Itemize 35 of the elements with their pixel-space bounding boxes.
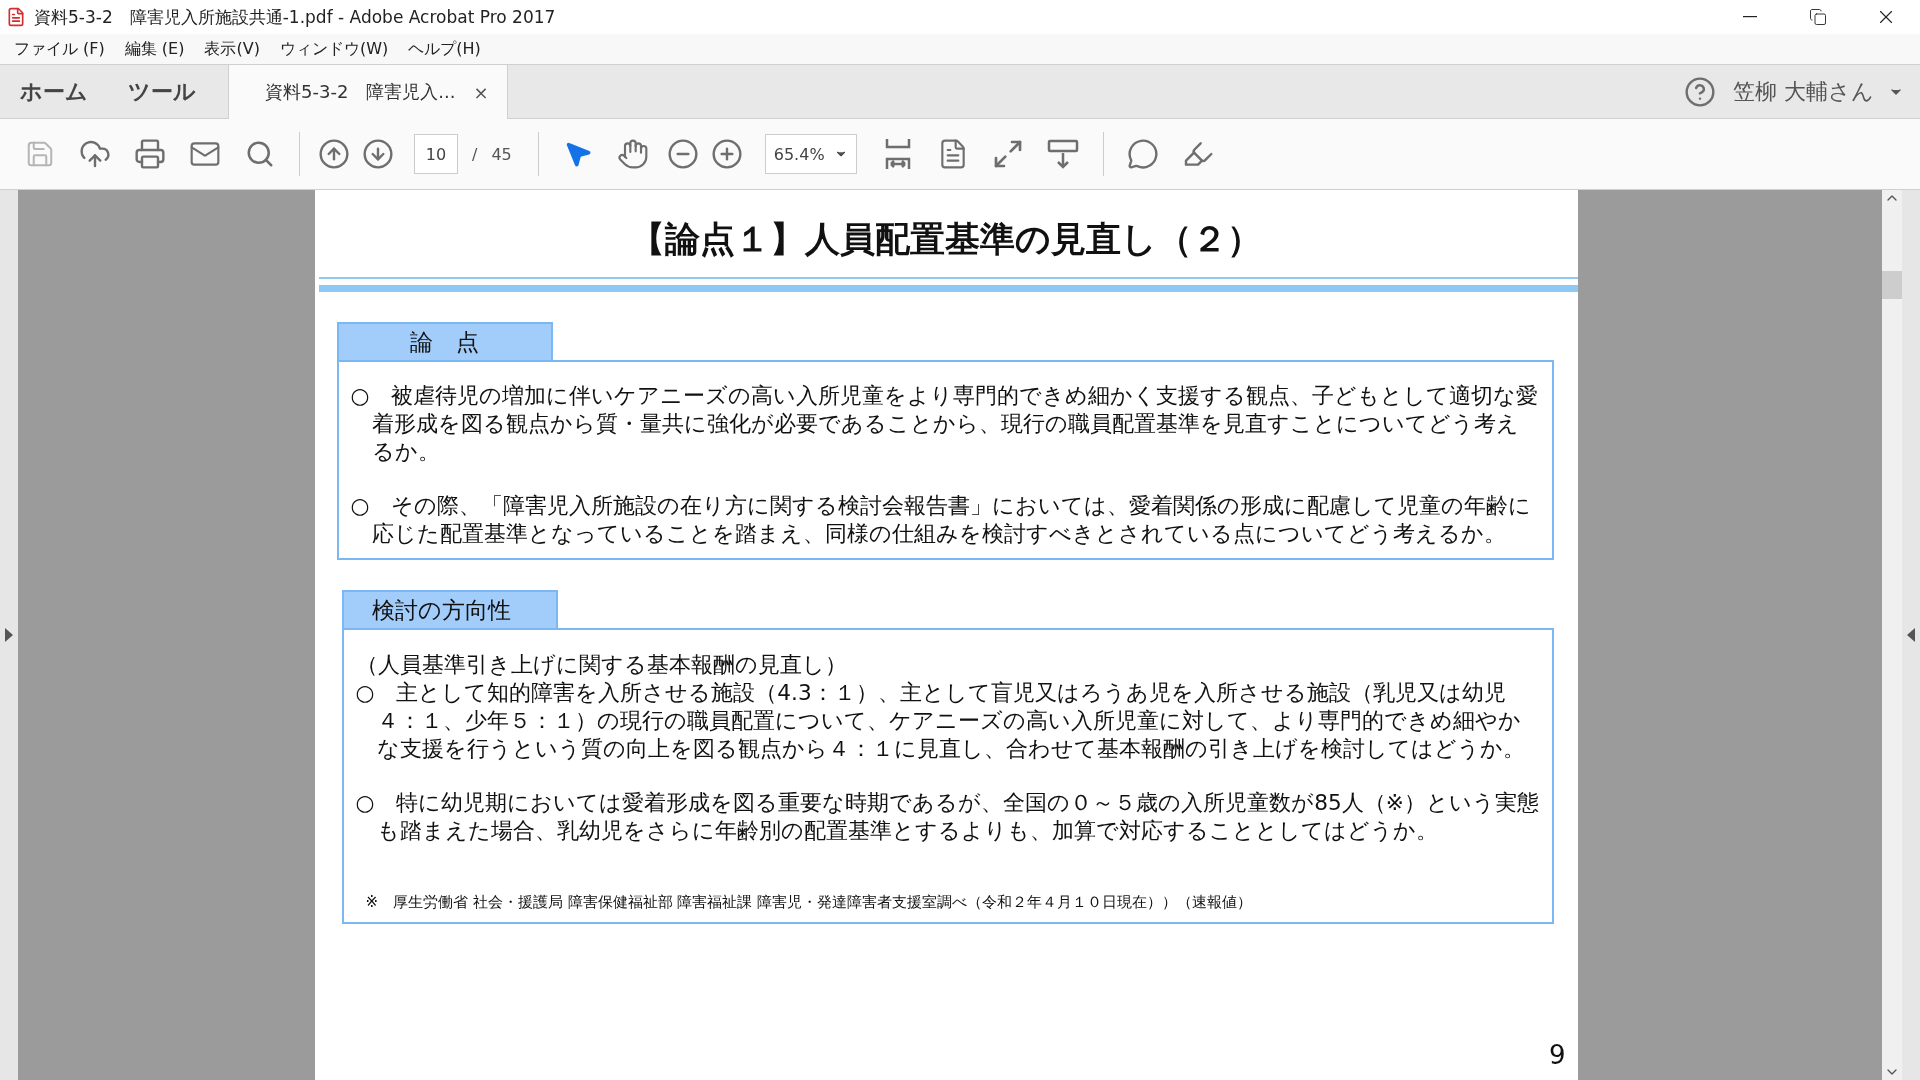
page-total: 45 bbox=[491, 144, 512, 164]
minimize-icon bbox=[1743, 16, 1757, 18]
page-number: 9 bbox=[1548, 1040, 1566, 1070]
nav-tab[interactable]: ホーム bbox=[0, 65, 108, 118]
menu-item[interactable]: ヘルプ(H) bbox=[398, 38, 491, 60]
expand-left-icon[interactable] bbox=[5, 628, 13, 642]
pdf-file-icon bbox=[6, 7, 26, 27]
bullet-paragraph: ○ 特に幼児期においては愛着形成を図る重要な時期であるが、全国の０～５歳の入所児童数が85人（※）という実態も踏まえた場合、乳幼児をさらに年齢別の配置基準とするよりも、加算で対応することとしてはどうか。 bbox=[355, 789, 1540, 845]
menu-item[interactable]: ファイル (F) bbox=[4, 38, 115, 60]
zoom-dropdown[interactable]: 65.4% bbox=[764, 134, 857, 174]
bullet-paragraph: ○ 主として知的障害を入所させる施設（4.3：１）、主として盲児又はろうあ児を入所させる施設（乳児又は幼児４：１、少年５：１）の現行の職員配置について、ケアニーズの高い入所児童に対して、より専門的できめ細やかな支援を行うという質の向上を図る観点から４：１に見直し、合わせて基本報酬の引き上げを検討してはどうか。 bbox=[355, 679, 1527, 763]
hand-icon bbox=[617, 138, 650, 170]
scroll-thumb[interactable] bbox=[1882, 271, 1902, 299]
bullet-paragraph: ○ その際、「障害児入所施設の在り方に関する検討会報告書」においては、愛着関係の形成に配慮して児童の年齢に応じた配置基準となっていることを踏まえ、同様の仕組みを検討すべきとされている点についてどう考えるか。 bbox=[350, 492, 1533, 548]
tab-close-button[interactable]: × bbox=[473, 81, 489, 103]
document-tab-label[interactable]: 資料5-3-2 障害児入... bbox=[265, 80, 456, 104]
section-subheading: （人員基準引き上げに関する基本報酬の見直し） bbox=[355, 651, 848, 679]
page-number-field[interactable]: 10 bbox=[414, 134, 458, 174]
section-heading: 検討の方向性 bbox=[341, 590, 558, 628]
menu-item[interactable]: ウィンドウ(W) bbox=[269, 38, 399, 60]
account-menu[interactable]: 笠柳 大輔さん bbox=[1727, 65, 1910, 118]
menu-item[interactable]: 編集 (E) bbox=[114, 38, 195, 60]
window-title: 資料5-3-2 障害児入所施設共通-1.pdf - Adobe Acrobat Pro 2017 bbox=[34, 5, 557, 29]
expand-right-icon[interactable] bbox=[1907, 628, 1915, 642]
slide-title: 【論点１】人員配置基準の見直し（２） bbox=[629, 218, 1263, 261]
scrollbar[interactable] bbox=[1882, 190, 1902, 1080]
footnote: ※ 厚生労働省 社会・援護局 障害保健福祉部 障害福祉課 障害児・発達障害者支援室調べ（令和２年４月１０日現在））（速報値） bbox=[365, 893, 1254, 912]
menu-item[interactable]: 表示(V) bbox=[194, 38, 270, 60]
restore-icon bbox=[1809, 8, 1827, 26]
nav-tab[interactable]: ツール bbox=[108, 65, 216, 118]
document-tab[interactable]: 資料5-3-2 障害児入... × bbox=[228, 65, 508, 119]
section-heading: 論 点 bbox=[336, 322, 553, 360]
help-icon bbox=[1683, 75, 1716, 108]
page-separator: / bbox=[472, 144, 478, 164]
bullet-paragraph: ○ 被虐待児の増加に伴いケアニーズの高い入所児童をより専門的できめ細かく支援する観点、子どもとして適切な愛着形成を図る観点から質・量共に強化が必要であることから、現行の職員配置基準を見直すことについてどう考えるか。 bbox=[350, 382, 1540, 466]
